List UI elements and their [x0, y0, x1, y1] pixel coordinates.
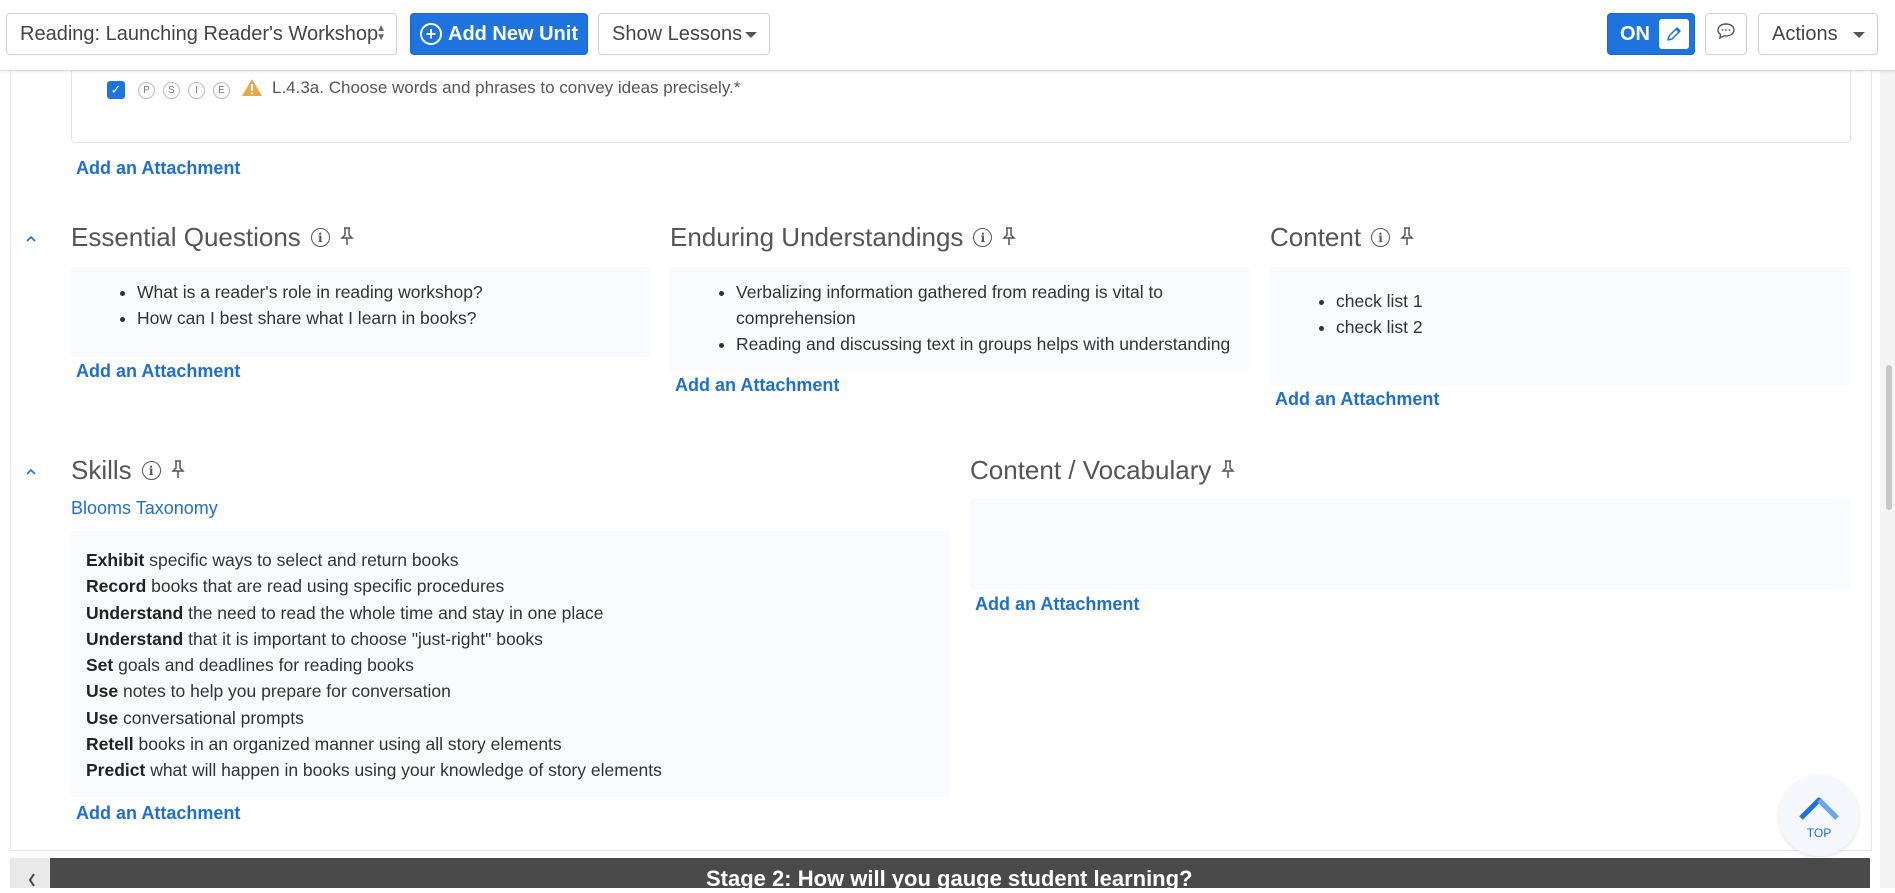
- standards-add-attachment-link[interactable]: Add an Attachment: [76, 158, 240, 179]
- skill-text: that it is important to choose "just-rig…: [183, 628, 543, 649]
- list-item: check list 2: [1336, 314, 1850, 340]
- skill-verb: Understand: [86, 602, 184, 623]
- section-title: Enduring Understandings: [670, 222, 964, 252]
- list-item: Exhibit specific ways to select and retu…: [86, 547, 662, 573]
- add-new-unit-label: Add New Unit: [448, 22, 578, 45]
- chevron-left-icon: [28, 873, 35, 887]
- essential-questions-heading: Essential Questions i: [71, 222, 354, 253]
- skill-verb: Understand: [86, 628, 184, 649]
- standard-code-p[interactable]: P: [138, 82, 155, 99]
- unit-select[interactable]: Reading: Launching Reader's Workshop ▲ ▼: [6, 13, 397, 55]
- skill-verb: Retell: [86, 734, 134, 755]
- skill-text: conversational prompts: [118, 707, 304, 728]
- skill-text: what will happen in books using your kno…: [145, 760, 662, 781]
- essential-questions-add-attachment-link[interactable]: Add an Attachment: [76, 361, 240, 382]
- content-add-attachment-link[interactable]: Add an Attachment: [1275, 389, 1439, 410]
- section-title: Content: [1270, 222, 1362, 252]
- skill-text: the need to read the whole time and stay…: [183, 602, 604, 623]
- top-label: TOP: [1806, 826, 1832, 840]
- standard-code-i[interactable]: I: [188, 82, 205, 99]
- enduring-understandings-panel: Verbalizing information gathered from re…: [670, 267, 1249, 371]
- add-new-unit-button[interactable]: + Add New Unit: [410, 13, 588, 55]
- standard-text: L.4.3a. Choose words and phrases to conv…: [272, 78, 741, 97]
- list-item: Record books that are read using specifi…: [86, 573, 662, 599]
- comment-button[interactable]: [1705, 13, 1747, 55]
- blooms-taxonomy-link[interactable]: Blooms Taxonomy: [71, 498, 218, 519]
- skills-heading: Skills i: [71, 455, 185, 486]
- toggle-label: ON: [1620, 22, 1650, 45]
- standard-checkbox[interactable]: ✓: [107, 81, 125, 99]
- skill-verb: Record: [86, 576, 147, 597]
- standard-code-s[interactable]: S: [163, 82, 180, 99]
- list-item: Understand the need to read the whole ti…: [86, 600, 662, 626]
- pin-icon[interactable]: [1400, 222, 1414, 253]
- essential-questions-panel: What is a reader's role in reading works…: [71, 267, 650, 357]
- show-lessons-label: Show Lessons: [612, 22, 743, 45]
- select-arrows-icon: ▲ ▼: [376, 23, 386, 43]
- content-vocabulary-add-attachment-link[interactable]: Add an Attachment: [975, 594, 1139, 615]
- list-item: Reading and discussing text in groups he…: [736, 331, 1231, 357]
- skills-list: Exhibit specific ways to select and retu…: [86, 547, 662, 784]
- collapse-chevron-icon[interactable]: [24, 467, 38, 477]
- enduring-understandings-add-attachment-link[interactable]: Add an Attachment: [675, 375, 839, 396]
- list-item: Set goals and deadlines for reading book…: [86, 652, 662, 678]
- list-item: How can I best share what I learn in boo…: [137, 305, 650, 331]
- list-item: Predict what will happen in books using …: [86, 757, 662, 783]
- pin-icon[interactable]: [1002, 222, 1017, 253]
- top-toolbar: Reading: Launching Reader's Workshop ▲ ▼ …: [0, 0, 1895, 71]
- section-title: Essential Questions: [71, 222, 301, 252]
- info-icon[interactable]: i: [310, 228, 330, 247]
- actions-label: Actions: [1772, 22, 1838, 45]
- unit-select-value: Reading: Launching Reader's Workshop: [20, 22, 379, 45]
- list-item: What is a reader's role in reading works…: [137, 279, 650, 305]
- pin-icon[interactable]: [170, 455, 185, 486]
- list-item: Use notes to help you prepare for conver…: [86, 678, 662, 704]
- edit-mode-toggle[interactable]: ON: [1607, 13, 1695, 55]
- info-icon[interactable]: i: [1371, 228, 1391, 247]
- info-icon[interactable]: i: [141, 461, 161, 480]
- skill-verb: Use: [86, 707, 119, 728]
- section-title: Content / Vocabulary: [970, 455, 1212, 485]
- content-heading: Content i: [1270, 222, 1414, 253]
- list-item: Understand that it is important to choos…: [86, 626, 662, 652]
- skill-text: notes to help you prepare for conversati…: [118, 681, 451, 702]
- list-item: Use conversational prompts: [86, 705, 662, 731]
- skill-verb: Predict: [86, 760, 146, 781]
- chevron-down-icon: [745, 32, 757, 38]
- standard-code-e[interactable]: E: [213, 82, 230, 99]
- comment-icon: [1716, 22, 1736, 46]
- skill-verb: Set: [86, 655, 114, 676]
- skills-add-attachment-link[interactable]: Add an Attachment: [76, 803, 240, 824]
- content-vocabulary-heading: Content / Vocabulary: [970, 455, 1236, 486]
- chevron-down-icon: [1853, 32, 1865, 38]
- info-icon[interactable]: i: [973, 228, 993, 247]
- show-lessons-dropdown[interactable]: Show Lessons: [598, 13, 770, 55]
- skill-text: goals and deadlines for reading books: [113, 655, 414, 676]
- content-panel: check list 1 check list 2: [1270, 267, 1850, 385]
- skill-text: books in an organized manner using all s…: [133, 734, 562, 755]
- list-item: Retell books in an organized manner usin…: [86, 731, 662, 757]
- pin-icon[interactable]: [1221, 455, 1236, 486]
- section-title: Skills: [71, 455, 132, 485]
- stage2-title: Stage 2: How will you gauge student lear…: [706, 866, 1193, 891]
- pencil-icon: [1659, 19, 1689, 49]
- enduring-understandings-heading: Enduring Understandings i: [670, 222, 1017, 253]
- list-item: check list 1: [1336, 288, 1850, 314]
- scrollbar-thumb[interactable]: [1886, 365, 1892, 510]
- pin-icon[interactable]: [339, 222, 354, 253]
- skill-text: specific ways to select and return books: [144, 550, 459, 570]
- chevron-up-icon: [1799, 797, 1839, 820]
- skill-verb: Use: [86, 681, 119, 702]
- actions-dropdown[interactable]: Actions: [1758, 13, 1878, 55]
- content-vocabulary-panel: [970, 498, 1850, 590]
- warning-icon: [241, 78, 263, 102]
- stage2-collapse-handle[interactable]: [10, 858, 50, 888]
- skill-verb: Exhibit: [86, 550, 145, 570]
- collapse-chevron-icon[interactable]: [24, 234, 38, 244]
- back-to-top-button[interactable]: TOP: [1779, 776, 1859, 856]
- plus-circle-icon: +: [420, 23, 442, 45]
- list-item: Verbalizing information gathered from re…: [736, 279, 1231, 331]
- skill-text: books that are read using specific proce…: [146, 576, 505, 597]
